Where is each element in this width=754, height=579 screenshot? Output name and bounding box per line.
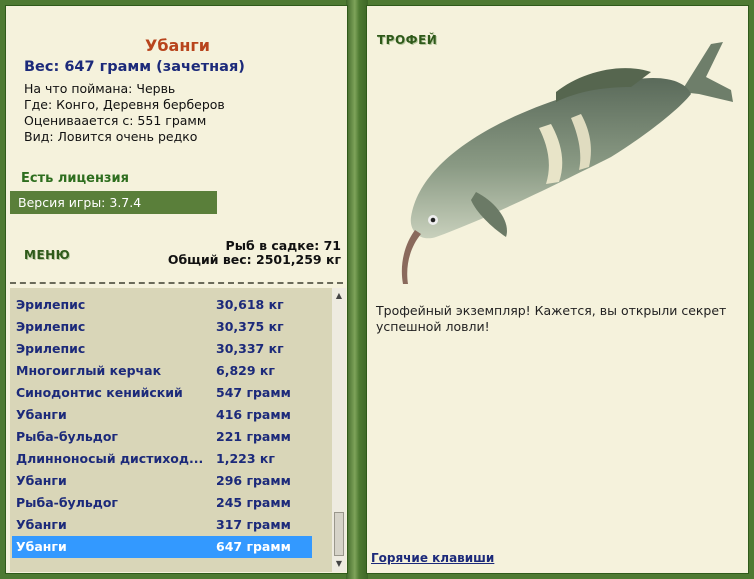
scroll-up-arrow-icon[interactable]: ▲: [333, 290, 345, 302]
catch-fish-weight: 245 грамм: [216, 495, 291, 510]
catch-fish-weight: 647 грамм: [216, 539, 291, 554]
scrollbar-thumb[interactable]: [334, 512, 344, 556]
hotkeys-link[interactable]: Горячие клавиши: [371, 551, 494, 565]
fish-bait: На что поймана: Червь: [24, 81, 176, 96]
list-item[interactable]: Эрилепис 30,618 кг: [12, 294, 312, 316]
list-item[interactable]: Убанги 416 грамм: [12, 404, 312, 426]
catch-fish-weight: 30,618 кг: [216, 297, 284, 312]
license-status: Есть лицензия: [21, 171, 129, 186]
catch-fish-weight: 317 грамм: [216, 517, 291, 532]
dashed-divider: [10, 282, 343, 284]
catch-fish-name: Рыба-бульдог: [16, 495, 118, 510]
fish-weight: Вес: 647 грамм (зачетная): [24, 59, 245, 75]
catch-fish-weight: 416 грамм: [216, 407, 291, 422]
keepnet-total-weight: Общий вес: 2501,259 кг: [167, 252, 341, 267]
fish-image: [401, 42, 733, 284]
catch-fish-name: Рыба-бульдог: [16, 429, 118, 444]
list-item[interactable]: Рыба-бульдог 221 грамм: [12, 426, 312, 448]
decorative-vine-divider: [346, 0, 368, 579]
catch-fish-name: Убанги: [16, 517, 67, 532]
catch-fish-weight: 30,375 кг: [216, 319, 284, 334]
list-item[interactable]: Убанги 647 грамм: [12, 536, 312, 558]
fish-rarity: Вид: Ловится очень редко: [24, 129, 198, 144]
catch-list-scrollbar[interactable]: ▲ ▼: [332, 288, 346, 572]
fish-name-title: Убанги: [145, 36, 210, 55]
game-version-bar: Версия игры: 3.7.4: [10, 191, 217, 214]
list-item[interactable]: Рыба-бульдог 245 грамм: [12, 492, 312, 514]
catch-fish-name: Убанги: [16, 407, 67, 422]
list-item[interactable]: Длинноносый дистиход... 1,223 кг: [12, 448, 312, 470]
fish-valued: Оцениваается с: 551 грамм: [24, 113, 207, 128]
menu-button[interactable]: МЕНЮ: [24, 248, 70, 262]
catch-fish-weight: 296 грамм: [216, 473, 291, 488]
catch-fish-name: Убанги: [16, 539, 67, 554]
list-item[interactable]: Убанги 317 грамм: [12, 514, 312, 536]
catch-fish-name: Синодонтис кенийский: [16, 385, 183, 400]
scroll-down-arrow-icon[interactable]: ▼: [333, 558, 345, 570]
fish-location: Где: Конго, Деревня берберов: [24, 97, 225, 112]
catch-fish-weight: 6,829 кг: [216, 363, 275, 378]
catch-fish-name: Эрилепис: [16, 319, 86, 334]
catch-fish-weight: 30,337 кг: [216, 341, 284, 356]
trophy-panel: ТРОФЕЙ Трофейный экземпляр! Кажется, вы …: [366, 5, 749, 574]
catch-fish-name: Длинноносый дистиход...: [16, 451, 204, 466]
fish-info-panel: Убанги Вес: 647 грамм (зачетная) На что …: [5, 5, 348, 574]
list-item[interactable]: Убанги 296 грамм: [12, 470, 312, 492]
list-item[interactable]: Многоиглый керчак 6,829 кг: [12, 360, 312, 382]
catch-fish-name: Убанги: [16, 473, 67, 488]
list-item[interactable]: Синодонтис кенийский 547 грамм: [12, 382, 312, 404]
catch-fish-name: Многоиглый керчак: [16, 363, 162, 378]
catch-fish-name: Эрилепис: [16, 297, 86, 312]
catch-list[interactable]: Эрилепис 30,618 кг Эрилепис 30,375 кг Эрилеп…: [10, 288, 332, 572]
catch-fish-name: Эрилепис: [16, 341, 86, 356]
list-item[interactable]: Эрилепис 30,337 кг: [12, 338, 312, 360]
trophy-message: Трофейный экземпляр! Кажется, вы открыли…: [376, 303, 727, 334]
keepnet-count: Рыб в садке: 71: [225, 238, 341, 253]
catch-fish-weight: 1,223 кг: [216, 451, 275, 466]
catch-fish-weight: 221 грамм: [216, 429, 291, 444]
list-item[interactable]: Эрилепис 30,375 кг: [12, 316, 312, 338]
catch-fish-weight: 547 грамм: [216, 385, 291, 400]
trophy-label: ТРОФЕЙ: [377, 33, 438, 47]
